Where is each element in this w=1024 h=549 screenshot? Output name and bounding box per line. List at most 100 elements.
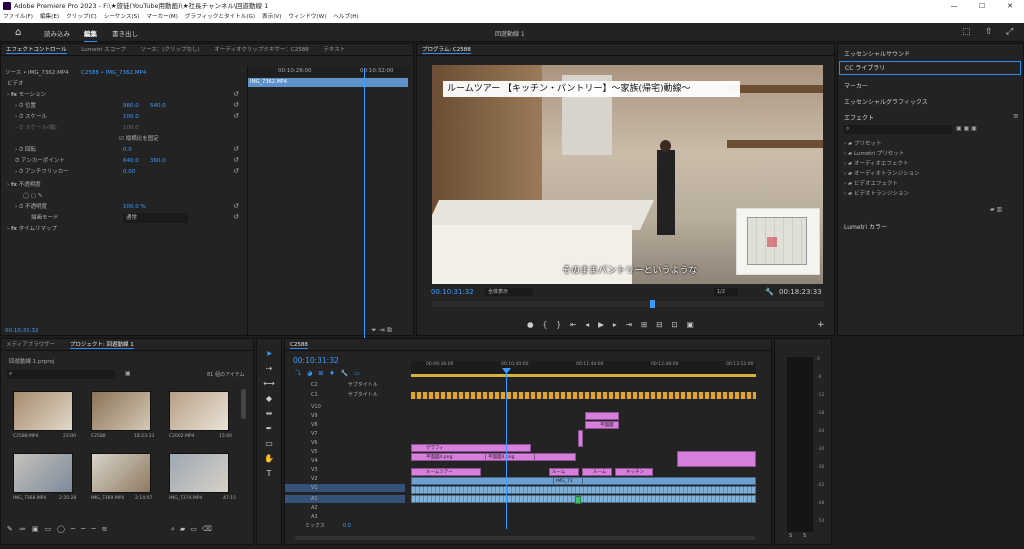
clip-room-2[interactable]: ルーム [582, 468, 612, 476]
menu-view[interactable]: 表示(V) [262, 12, 281, 23]
flicker-value[interactable]: 0.00 [123, 167, 135, 177]
menu-file[interactable]: ファイル(F) [3, 12, 33, 23]
close-button[interactable]: ✕ [996, 0, 1024, 12]
menu-window[interactable]: ウィンドウ(W) [288, 12, 326, 23]
menu-help[interactable]: ヘルプ(H) [333, 12, 358, 23]
essential-sound-tab[interactable]: エッセンシャルサウンド [844, 49, 910, 58]
cc-library-tab[interactable]: CC ライブラリ [839, 61, 1021, 75]
project-footer-right[interactable]: ⌕▰▭⌫ [171, 525, 217, 534]
subtitle-caption[interactable]: そのままパントリーというような [562, 263, 697, 276]
maximize-button[interactable]: ☐ [968, 0, 996, 12]
folder-icon[interactable]: ▰ ▥ [990, 206, 1002, 213]
flicker-reset-icon[interactable]: ↺ [233, 167, 239, 175]
timeline-zoom-scroll[interactable] [295, 536, 755, 540]
caption-track-clips[interactable] [411, 392, 756, 399]
essential-graphics-tab[interactable]: エッセンシャルグラフィックス [844, 97, 928, 106]
mask-tools[interactable]: ◯ ▢ ✎ [23, 191, 42, 201]
menu-sequence[interactable]: シーケンス(S) [104, 12, 140, 23]
anchor-reset-icon[interactable]: ↺ [233, 156, 239, 164]
clip-room[interactable]: ルーム [549, 468, 579, 476]
effect-controls-timecode[interactable]: 00:10:31:32 [5, 326, 39, 336]
wrench-icon[interactable]: 🔧 [765, 288, 774, 296]
track-a1[interactable]: A1 [285, 495, 405, 503]
track-v7[interactable]: V7 [285, 430, 405, 438]
selection-tool-icon[interactable]: ➤ [263, 349, 275, 361]
meter-solo-left[interactable]: S [789, 533, 792, 539]
rotation-reset-icon[interactable]: ↺ [233, 145, 239, 153]
effects-item-lumetri-presets[interactable]: › ▰ Lumetri プリセット [844, 149, 920, 159]
transport-controls[interactable]: ●{}⇤◂▶▸⇥⊞⊟⊡▣ [527, 320, 703, 329]
tab-sequence[interactable]: C2588 [290, 342, 308, 349]
share-icon[interactable]: ⇧ [985, 27, 993, 37]
thumb-c2002[interactable] [169, 391, 229, 431]
resolution-dropdown[interactable]: 1/2 [714, 288, 738, 296]
filter-icon[interactable]: ⏷ ⇥ ⧉ [371, 326, 392, 335]
track-v6[interactable]: V6 [285, 439, 405, 447]
mini-playhead[interactable] [364, 68, 365, 338]
track-v5[interactable]: V5 [285, 448, 405, 456]
new-bin-icon[interactable]: ▣ [125, 370, 131, 377]
timeline-timecode[interactable]: 00:10:31:32 [293, 356, 339, 365]
track-v10[interactable]: V10 [285, 403, 405, 411]
clip-a2-audio[interactable] [411, 495, 756, 503]
clip-img[interactable]: IMG_73 [553, 477, 583, 485]
uniform-scale-checkbox[interactable]: ☑ 縦横比を固定 [119, 134, 159, 144]
timeline-playhead[interactable] [506, 369, 507, 529]
tab-project[interactable]: プロジェクト: 回遊動線 1 [69, 342, 134, 349]
track-select-icon[interactable]: ⇢ [263, 364, 275, 376]
project-footer-tools[interactable]: ✎≔▣▭◯───≡ [7, 525, 113, 533]
minimize-button[interactable]: — [940, 0, 968, 12]
effects-search-input[interactable]: ⌕ [844, 125, 952, 134]
thumb-img7369[interactable] [91, 453, 151, 493]
clip-kitchen[interactable]: キッチン [615, 468, 653, 476]
razor-tool-icon[interactable]: ◆ [263, 394, 275, 406]
track-c1[interactable]: C1 サブタイトル [285, 391, 405, 399]
program-scrubber[interactable] [432, 300, 824, 308]
opacity-row[interactable]: › fx 不透明度 [7, 180, 41, 190]
track-v2[interactable]: V2 [285, 475, 405, 483]
track-v4[interactable]: V4 [285, 457, 405, 465]
lumetri-color-tab[interactable]: Lumetri カラー [844, 222, 887, 231]
track-c2[interactable]: C2 サブタイトル [285, 381, 405, 389]
rotation-value[interactable]: 0.0 [123, 145, 132, 155]
clip-a1-audio[interactable] [411, 486, 756, 494]
motion-reset-icon[interactable]: ↺ [233, 90, 239, 98]
video-frame[interactable]: ルームツアー 【キッチン・パントリー】〜家族(帰宅)動線〜 そのままパントリーと… [432, 65, 823, 284]
clip-a2-green[interactable] [575, 496, 581, 504]
track-mix-value[interactable]: 0.0 [343, 523, 351, 529]
tab-export[interactable]: 書き出し [112, 28, 138, 38]
hand-tool-icon[interactable]: ✋ [263, 454, 275, 466]
project-search-input[interactable]: ⌕ [7, 370, 115, 379]
effects-tab[interactable]: エフェクト [844, 113, 874, 122]
effects-menu-icon[interactable]: ≡ [1013, 112, 1019, 120]
track-v9[interactable]: V9 [285, 412, 405, 420]
tab-import[interactable]: 読み込み [44, 28, 70, 38]
effects-item-audio-effects[interactable]: › ▰ オーディオエフェクト [844, 159, 920, 169]
scale-reset-icon[interactable]: ↺ [233, 112, 239, 120]
position-y[interactable]: 540.0 [150, 101, 166, 111]
ripple-edit-icon[interactable]: ⟷ [263, 379, 275, 391]
tab-media-browser[interactable]: メディアブラウザー [6, 342, 55, 348]
rectangle-tool-icon[interactable]: ▭ [263, 439, 275, 451]
markers-tab[interactable]: マーカー [844, 81, 868, 90]
tab-program[interactable]: プログラム: C2588 [422, 47, 471, 54]
anchor-x[interactable]: 640.0 [123, 156, 139, 166]
clip-v4-right[interactable] [677, 451, 756, 467]
motion-row[interactable]: › fx モーション [7, 90, 46, 100]
track-a2[interactable]: A2 [285, 504, 405, 512]
type-tool-icon[interactable]: T [263, 469, 275, 481]
clip-tour[interactable]: ルームツアー [411, 468, 481, 476]
add-button[interactable]: + [817, 320, 825, 330]
tab-text[interactable]: テキスト [323, 47, 345, 53]
scale-value[interactable]: 100.0 [123, 112, 139, 122]
time-remap-row[interactable]: › fx タイムリマップ [7, 224, 57, 234]
anchor-y[interactable]: 360.0 [150, 156, 166, 166]
pen-tool-icon[interactable]: ✒ [263, 424, 275, 436]
program-playhead[interactable] [650, 300, 655, 308]
tab-effect-controls[interactable]: エフェクトコントロール [6, 47, 67, 54]
blend-mode-select[interactable]: 通常 [123, 213, 188, 223]
menu-edit[interactable]: 編集(E) [40, 12, 59, 23]
clip-graphic[interactable]: グラフィ [411, 444, 531, 452]
menu-clip[interactable]: クリップ(C) [66, 12, 97, 23]
blend-reset-icon[interactable]: ↺ [233, 213, 239, 221]
